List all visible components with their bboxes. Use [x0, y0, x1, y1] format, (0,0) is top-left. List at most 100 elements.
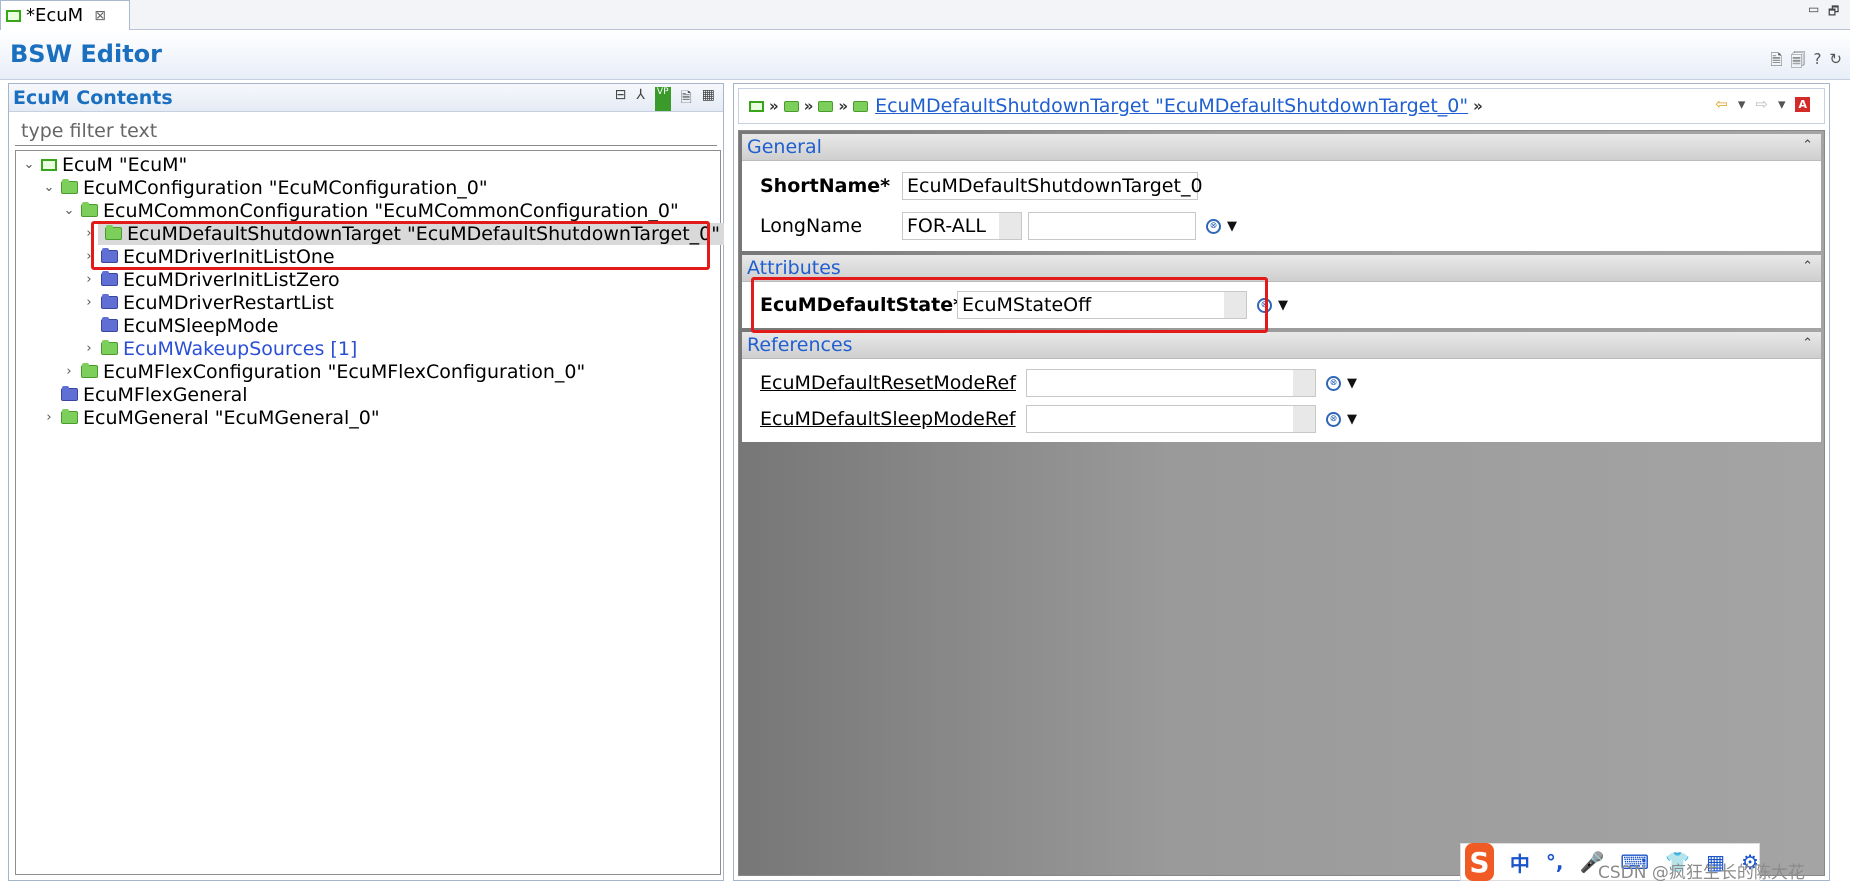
- page-title: BSW Editor: [10, 40, 163, 68]
- container-icon[interactable]: [853, 100, 869, 112]
- properties-panel: » » » EcuMDefaultShutdownTarget "EcuMDef…: [733, 83, 1830, 881]
- language-field[interactable]: FOR-ALL: [902, 212, 1022, 240]
- ime-logo[interactable]: S: [1465, 843, 1494, 881]
- resetmoderef-field[interactable]: [1026, 369, 1316, 397]
- dropdown-icon[interactable]: ▼: [1278, 298, 1288, 313]
- section-header[interactable]: General ⌃: [742, 134, 1821, 161]
- module-icon: [6, 9, 21, 22]
- tree-item-label: EcuMFlexGeneral: [83, 383, 248, 406]
- shortname-label: ShortName*: [760, 175, 891, 197]
- contents-panel-header: EcuM Contents ⊟ ⅄ VP 🗎 ▦: [9, 84, 723, 112]
- form-area: General ⌃ ShortName* EcuMDefaultShutdown…: [738, 130, 1825, 876]
- section-header[interactable]: Attributes ⌃: [742, 255, 1821, 282]
- collapse-icon[interactable]: ⌃: [1802, 259, 1813, 274]
- tree-item-label: EcuM "EcuM": [62, 153, 188, 176]
- page-icon[interactable]: 🗎: [681, 87, 692, 111]
- filter-input[interactable]: type filter text: [15, 116, 717, 146]
- variant-icon[interactable]: VP: [654, 87, 671, 111]
- editor-tab-strip: *EcuM ⊠ ▭ 🗗: [0, 0, 1850, 30]
- defaultstate-label: EcuMDefaultState*: [760, 294, 964, 316]
- chevron-right-icon[interactable]: ›: [80, 226, 98, 241]
- chevron-down-icon[interactable]: ⌄: [20, 157, 38, 172]
- section-attributes: Attributes ⌃ EcuMDefaultState* EcuMState…: [742, 255, 1821, 328]
- chevron-down-icon[interactable]: ▾: [1778, 95, 1786, 113]
- help-icon[interactable]: ?: [1813, 50, 1821, 75]
- longname-label: LongName: [760, 215, 863, 237]
- chevron-right-icon[interactable]: ›: [40, 410, 58, 425]
- breadcrumb-separator[interactable]: »: [1473, 97, 1483, 115]
- section-general: General ⌃ ShortName* EcuMDefaultShutdown…: [742, 134, 1821, 251]
- tree-item-label: EcuMConfiguration "EcuMConfiguration_0": [83, 176, 488, 199]
- container-icon: [101, 294, 118, 309]
- table-icon[interactable]: ▦: [702, 87, 715, 111]
- module-icon[interactable]: [749, 100, 764, 112]
- chevron-down-icon[interactable]: ▾: [1738, 95, 1746, 113]
- module-icon: [41, 158, 57, 171]
- section-title: Attributes: [747, 257, 841, 279]
- dropdown-icon[interactable]: ▼: [1347, 412, 1357, 427]
- chevron-down-icon[interactable]: ⌄: [60, 203, 78, 218]
- chevron-right-icon[interactable]: ›: [80, 341, 98, 356]
- dropdown-icon[interactable]: ▼: [1227, 219, 1237, 234]
- breadcrumb-current-link[interactable]: EcuMDefaultShutdownTarget "EcuMDefaultSh…: [875, 95, 1468, 117]
- tree-item-label: EcuMDefaultShutdownTarget "EcuMDefaultSh…: [127, 222, 721, 245]
- tree-item-ecumgeneral[interactable]: › EcuMGeneral "EcuMGeneral_0": [40, 404, 380, 431]
- punctuation-icon[interactable]: °,: [1546, 850, 1564, 874]
- contents-title: EcuM Contents: [13, 87, 173, 109]
- longname-field[interactable]: [1028, 212, 1196, 240]
- collapse-icon[interactable]: ⌃: [1802, 336, 1813, 351]
- reset-icon[interactable]: ⊗: [1326, 375, 1341, 391]
- container-icon: [61, 409, 78, 424]
- tree-item-label: EcuMFlexConfiguration "EcuMFlexConfigura…: [103, 360, 586, 383]
- collapse-all-icon[interactable]: ⊟: [615, 87, 627, 111]
- chevron-right-icon[interactable]: ›: [80, 249, 98, 264]
- tree-item-label: EcuMDriverInitListOne: [123, 245, 335, 268]
- container-icon[interactable]: [818, 100, 834, 112]
- reset-icon[interactable]: ⊗: [1326, 411, 1341, 427]
- tree-item-label: EcuMWakeupSources [1]: [123, 337, 358, 360]
- copy-icon[interactable]: 🗐: [1790, 50, 1805, 75]
- container-icon: [101, 271, 118, 286]
- defaultstate-value: EcuMStateOff: [962, 294, 1092, 316]
- selected-tree-item[interactable]: EcuMDefaultShutdownTarget "EcuMDefaultSh…: [98, 222, 725, 245]
- breadcrumb-separator: »: [838, 97, 849, 115]
- sleepmoderef-field[interactable]: [1026, 405, 1316, 433]
- resetmoderef-label[interactable]: EcuMDefaultResetModeRef: [760, 372, 1026, 394]
- pdf-icon[interactable]: A: [1795, 96, 1810, 112]
- reset-icon[interactable]: ⊗: [1206, 218, 1221, 234]
- container-icon: [61, 179, 78, 194]
- container-icon[interactable]: [783, 100, 799, 112]
- chevron-down-icon[interactable]: ⌄: [40, 180, 58, 195]
- sleepmoderef-label[interactable]: EcuMDefaultSleepModeRef: [760, 408, 1026, 430]
- header-toolbar: 🗎 🗐 ? ↻: [1770, 50, 1842, 75]
- close-icon[interactable]: ⊠: [94, 8, 106, 24]
- container-icon: [101, 340, 118, 355]
- chinese-mode-icon[interactable]: 中: [1510, 848, 1530, 877]
- tab-ecum[interactable]: *EcuM ⊠: [0, 0, 130, 30]
- chevron-right-icon[interactable]: ›: [80, 295, 98, 310]
- refresh-icon[interactable]: ↻: [1829, 50, 1842, 75]
- breadcrumb-separator: »: [769, 97, 779, 115]
- reset-icon[interactable]: ⊗: [1257, 297, 1272, 313]
- chevron-right-icon[interactable]: ›: [60, 364, 78, 379]
- tree-item-label: EcuMGeneral "EcuMGeneral_0": [83, 406, 380, 429]
- tree-item-label: EcuMSleepMode: [123, 314, 279, 337]
- chevron-right-icon[interactable]: ›: [80, 272, 98, 287]
- contents-tree: ⌄ EcuM "EcuM" ⌄ EcuMConfiguration "EcuMC…: [15, 150, 725, 875]
- breadcrumb-separator: »: [803, 97, 814, 115]
- container-icon: [81, 202, 98, 217]
- container-icon: [105, 225, 122, 240]
- collapse-icon[interactable]: ⌃: [1802, 138, 1813, 153]
- dropdown-icon[interactable]: ▼: [1347, 376, 1357, 391]
- minimize-icon[interactable]: ▭: [1808, 2, 1819, 16]
- section-header[interactable]: References ⌃: [742, 332, 1821, 359]
- document-icon[interactable]: 🗎: [1770, 50, 1782, 75]
- container-icon: [81, 363, 98, 378]
- resetmoderef-row: EcuMDefaultResetModeRef ⊗ ▼: [760, 369, 1357, 397]
- back-arrow-icon[interactable]: ⇦: [1715, 95, 1728, 113]
- forward-arrow-icon[interactable]: ⇨: [1755, 95, 1768, 113]
- hierarchy-icon[interactable]: ⅄: [636, 87, 645, 111]
- shortname-field[interactable]: EcuMDefaultShutdownTarget_0: [902, 172, 1203, 200]
- restore-icon[interactable]: 🗗: [1828, 2, 1839, 23]
- defaultstate-field[interactable]: EcuMStateOff: [957, 291, 1247, 319]
